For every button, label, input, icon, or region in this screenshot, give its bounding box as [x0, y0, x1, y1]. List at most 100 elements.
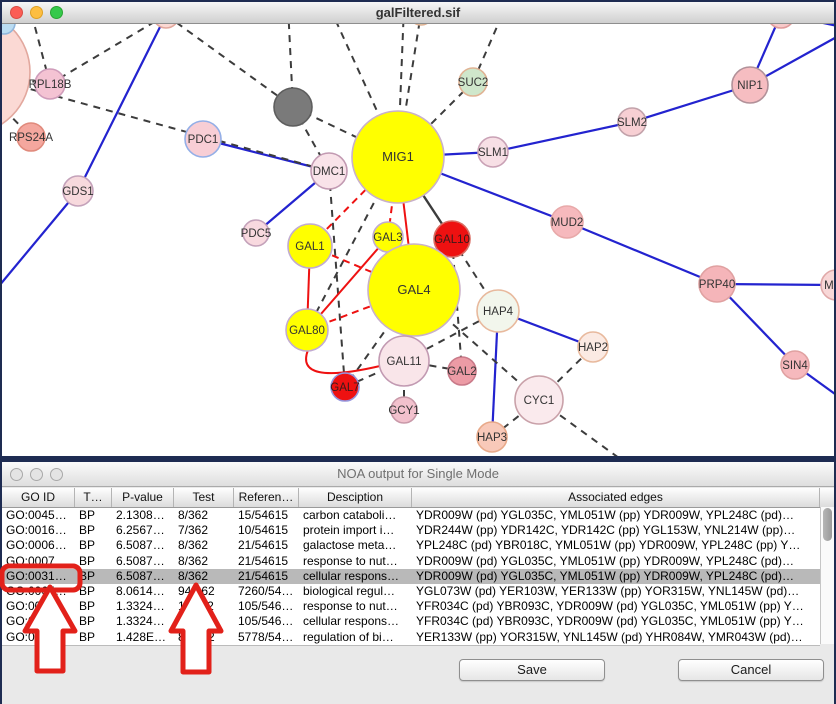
graph-edge-blue	[493, 122, 632, 152]
node-label-DMC1: DMC1	[313, 166, 346, 178]
column-header-pvalue[interactable]: P-value	[112, 488, 174, 507]
column-header-edges[interactable]: Associated edges	[412, 488, 820, 507]
cell-edges: YGL073W (pd) YER103W, YER133W (pp) YOR31…	[412, 584, 820, 599]
column-header-desc[interactable]: Desciption	[299, 488, 412, 507]
cell-edges: YDR009W (pd) YGL035C, YML051W (pp) YDR00…	[412, 569, 820, 584]
cell-test: 8/362	[174, 508, 234, 523]
cell-ref: 5778/54…	[234, 630, 299, 645]
cell-go: GO:0007…	[2, 554, 75, 569]
cell-desc: cellular respons…	[299, 569, 412, 584]
noa-output-window: NOA output for Single Mode GO IDT…P-valu…	[2, 462, 834, 704]
cell-ref: 10/54615	[234, 523, 299, 538]
network-graph: RPL18BRPS24AGDS1PDC1PDC5DMC1MIG1SUC2SLM1…	[2, 24, 834, 456]
cell-test: 8/362	[174, 538, 234, 553]
scrollbar-thumb[interactable]	[823, 508, 832, 541]
node-top_peach[interactable]	[153, 24, 179, 28]
zoom-button[interactable]	[50, 6, 63, 19]
node-label-SIN4: SIN4	[782, 360, 808, 372]
cell-go: GO:0031…	[2, 599, 75, 614]
column-header-test[interactable]: Test	[174, 488, 234, 507]
column-header-ref[interactable]: Referen…	[234, 488, 299, 507]
cell-ref: 105/546…	[234, 614, 299, 629]
cell-go: GO:0031…	[2, 614, 75, 629]
cell-desc: protein import i…	[299, 523, 412, 538]
cell-desc: biological regul…	[299, 584, 412, 599]
minimize-button[interactable]	[30, 6, 43, 19]
node-gray_node[interactable]	[274, 88, 312, 126]
cell-type: BP	[75, 569, 112, 584]
table-row[interactable]: GO:0031…BP1.3324…11/362105/546…response …	[2, 599, 820, 614]
cell-pvalue: 2.1308…	[112, 508, 174, 523]
cell-test: 11/362	[174, 614, 234, 629]
cancel-button[interactable]: Cancel	[678, 659, 824, 681]
cell-test: 11/362	[174, 599, 234, 614]
cell-ref: 105/546…	[234, 599, 299, 614]
cell-ref: 21/54615	[234, 538, 299, 553]
cell-desc: carbon cataboli…	[299, 508, 412, 523]
node-label-SUC2: SUC2	[458, 77, 489, 89]
cell-edges: YFR034C (pd) YBR093C, YDR009W (pd) YGL03…	[412, 599, 820, 614]
close-button[interactable]	[10, 468, 23, 481]
table-row[interactable]: GO:0006…BP6.5087…8/36221/54615galactose …	[2, 538, 820, 553]
cell-go: GO:0016…	[2, 523, 75, 538]
column-header-go[interactable]: GO ID	[2, 488, 75, 507]
cell-edges: YER133W (pp) YOR315W, YNL145W (pd) YHR08…	[412, 630, 820, 645]
node-big_pink[interactable]	[2, 24, 30, 134]
network-window-title: galFiltered.sif	[376, 5, 461, 20]
cell-pvalue: 1.3324…	[112, 599, 174, 614]
node-pink_top_right[interactable]	[767, 24, 795, 28]
screen: { "graph_window": { "title": "galFiltere…	[0, 0, 836, 704]
node-label-RPL18B: RPL18B	[29, 79, 72, 91]
table-row[interactable]: GO:0050…BP1.428E…80/3625778/54…regulatio…	[2, 630, 820, 645]
node-label-GAL80: GAL80	[289, 325, 325, 337]
node-label-SLM2: SLM2	[617, 117, 647, 129]
node-label-HAP4: HAP4	[483, 306, 514, 318]
table-row[interactable]: GO:0045…BP2.1308…8/36215/54615carbon cat…	[2, 508, 820, 523]
cell-desc: response to nut…	[299, 554, 412, 569]
noa-window-titlebar[interactable]: NOA output for Single Mode	[2, 462, 834, 487]
table-row[interactable]: GO:0016…BP6.2567…7/36210/54615protein im…	[2, 523, 820, 538]
cell-test: 8/362	[174, 569, 234, 584]
cell-test: 80/362	[174, 630, 234, 645]
table-row[interactable]: GO:0007…BP6.5087…8/36221/54615response t…	[2, 554, 820, 569]
save-button[interactable]: Save	[459, 659, 605, 681]
node-green_top[interactable]	[409, 24, 433, 25]
table-row[interactable]: GO:0065…BP8.0614…94/3627260/54…biologica…	[2, 584, 820, 599]
cell-pvalue: 6.5087…	[112, 554, 174, 569]
graph-edge-gray_dash	[166, 24, 293, 107]
cell-go: GO:0006…	[2, 538, 75, 553]
cell-pvalue: 8.0614…	[112, 584, 174, 599]
node-label-MIG1: MIG1	[382, 149, 414, 164]
zoom-button[interactable]	[50, 468, 63, 481]
graph-edge-blue	[567, 222, 717, 284]
cell-go: GO:0050…	[2, 630, 75, 645]
node-label-GCY1: GCY1	[388, 405, 419, 417]
cell-type: BP	[75, 554, 112, 569]
cell-edges: YDR244W (pp) YDR142C, YDR142C (pp) YGL15…	[412, 523, 820, 538]
node-label-SLM1: SLM1	[478, 147, 508, 159]
node-label-MSL: MSL	[824, 280, 834, 292]
close-button[interactable]	[10, 6, 23, 19]
network-window-titlebar[interactable]: galFiltered.sif	[2, 2, 834, 24]
cell-ref: 21/54615	[234, 554, 299, 569]
cell-ref: 15/54615	[234, 508, 299, 523]
vertical-scrollbar[interactable]	[820, 507, 834, 644]
network-canvas[interactable]: RPL18BRPS24AGDS1PDC1PDC5DMC1MIG1SUC2SLM1…	[2, 24, 834, 456]
column-header-type[interactable]: T…	[75, 488, 112, 507]
cell-pvalue: 1.3324…	[112, 614, 174, 629]
cell-pvalue: 1.428E…	[112, 630, 174, 645]
cell-type: BP	[75, 614, 112, 629]
cell-desc: regulation of bi…	[299, 630, 412, 645]
cell-go: GO:0031…	[2, 569, 75, 584]
table-row[interactable]: GO:0031…BP1.3324…11/362105/546…cellular …	[2, 614, 820, 629]
minimize-button[interactable]	[30, 468, 43, 481]
table-row[interactable]: GO:0031…BP6.5087…8/36221/54615cellular r…	[2, 569, 820, 584]
graph-edge-gray_dash	[329, 171, 345, 387]
node-label-GAL3: GAL3	[373, 232, 402, 244]
graph-edge-gray_dash	[50, 24, 166, 84]
cell-ref: 7260/54…	[234, 584, 299, 599]
graph-edge-blue	[2, 191, 78, 292]
column-header-filler	[820, 488, 834, 507]
cell-go: GO:0065…	[2, 584, 75, 599]
cell-type: BP	[75, 584, 112, 599]
